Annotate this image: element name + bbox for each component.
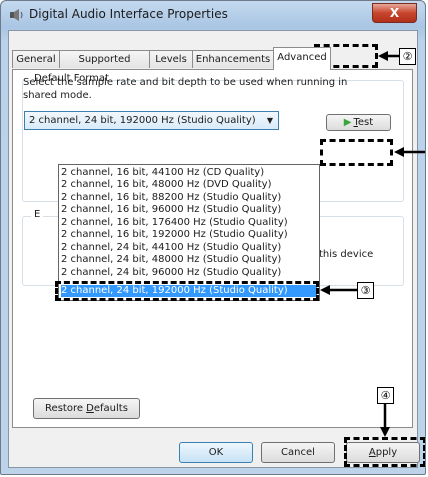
arrow-head-4 [380, 427, 390, 437]
callout-4: ④ [377, 387, 394, 404]
properties-window: Digital Audio Interface Properties X Gen… [0, 0, 426, 475]
callout-arrows [320, 51, 425, 437]
arrow-head-2 [378, 51, 388, 61]
callout-2: ② [399, 48, 416, 65]
callout-3: ③ [357, 282, 374, 299]
arrow-head-1 [394, 147, 404, 157]
arrow-head-3 [320, 285, 330, 295]
tab-advanced[interactable]: Advanced [273, 47, 331, 70]
